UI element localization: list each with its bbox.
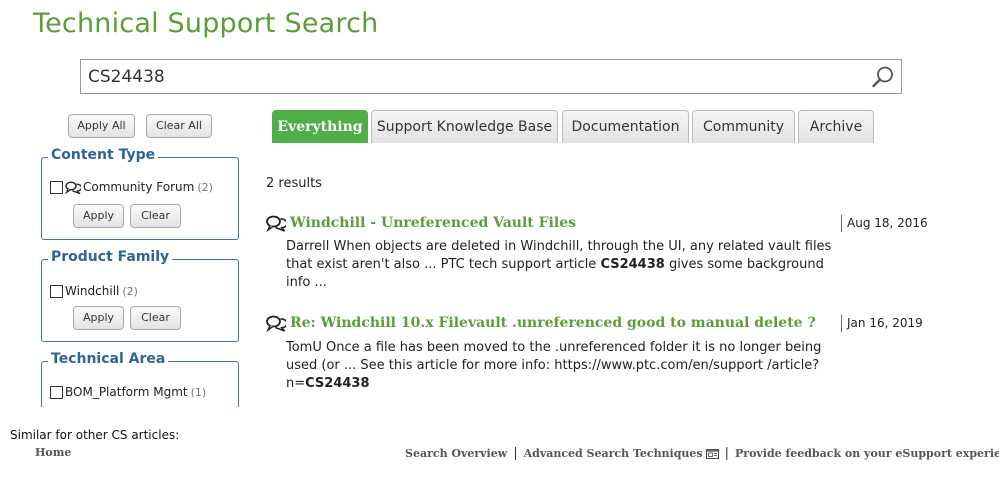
facet-clip-mask (30, 407, 260, 429)
results-count: 2 results (266, 176, 322, 191)
result-snippet: Darrell When objects are deleted in Wind… (286, 238, 836, 292)
clear-button[interactable]: Clear (130, 306, 181, 330)
forum-icon (266, 215, 286, 232)
footer-separator: | (724, 446, 730, 461)
footer-home-link[interactable]: Home (35, 446, 71, 459)
forum-icon (65, 181, 81, 194)
checkbox[interactable] (50, 284, 63, 298)
apply-button[interactable]: Apply (73, 204, 124, 228)
facet-item-label: Community Forum (83, 180, 195, 194)
facet-item-label: BOM_Platform Mgmt (65, 385, 188, 399)
footer-feedback-link[interactable]: Provide feedback on your eSupport experi… (735, 447, 999, 460)
snippet-highlight: CS24438 (600, 257, 665, 272)
tab-support-knowledge-base[interactable]: Support Knowledge Base (371, 110, 558, 143)
footer-separator: | (513, 446, 518, 461)
footnote: Similar for other CS articles: (10, 428, 180, 442)
facet-item-bom-platform-mgmt[interactable]: BOM_Platform Mgmt (1) (50, 385, 206, 399)
search-icon[interactable] (871, 65, 895, 89)
footer-links: Search Overview | Advanced Search Techni… (405, 446, 999, 461)
footer-search-overview-link[interactable]: Search Overview (405, 447, 507, 460)
facet-item-community-forum[interactable]: Community Forum (2) (50, 180, 213, 194)
facet-item-count: (1) (190, 385, 207, 399)
tab-community[interactable]: Community (692, 110, 795, 143)
clear-button[interactable]: Clear (130, 204, 181, 228)
apply-all-button[interactable]: Apply All (68, 114, 135, 138)
facet-item-count: (2) (122, 284, 138, 298)
result-date: Aug 18, 2016 (841, 215, 928, 232)
search-box (80, 59, 902, 94)
facet-title: Product Family (48, 249, 173, 265)
facet-item-label: Windchill (65, 284, 120, 298)
facet-title: Technical Area (48, 351, 169, 367)
result-date: Jan 16, 2019 (841, 315, 923, 332)
clear-all-button[interactable]: Clear All (146, 114, 212, 138)
result-title[interactable]: Windchill - Unreferenced Vault Files (290, 215, 576, 231)
tab-documentation[interactable]: Documentation (562, 110, 689, 143)
checkbox[interactable] (50, 180, 63, 194)
tab-archive[interactable]: Archive (798, 110, 874, 143)
facet-content-type: Content Type Community Forum (2) Apply C… (41, 147, 239, 240)
external-window-icon (705, 448, 719, 459)
footer-advanced-search-link[interactable]: Advanced Search Techniques (524, 447, 703, 460)
result-snippet: TomU Once a file has been moved to the .… (286, 339, 826, 393)
apply-button[interactable]: Apply (73, 306, 124, 330)
tab-everything[interactable]: Everything (272, 110, 368, 143)
forum-icon (266, 315, 286, 332)
result-title[interactable]: Re: Windchill 10.x Filevault .unreferenc… (290, 315, 816, 331)
search-input[interactable] (88, 65, 848, 89)
checkbox[interactable] (50, 385, 63, 399)
facet-title: Content Type (48, 147, 159, 163)
page-title: Technical Support Search (33, 8, 379, 39)
snippet-highlight: CS24438 (305, 376, 370, 391)
facet-product-family: Product Family Windchill (2) Apply Clear (41, 249, 239, 342)
facet-item-windchill[interactable]: Windchill (2) (50, 284, 138, 298)
facet-item-count: (2) (197, 180, 213, 194)
